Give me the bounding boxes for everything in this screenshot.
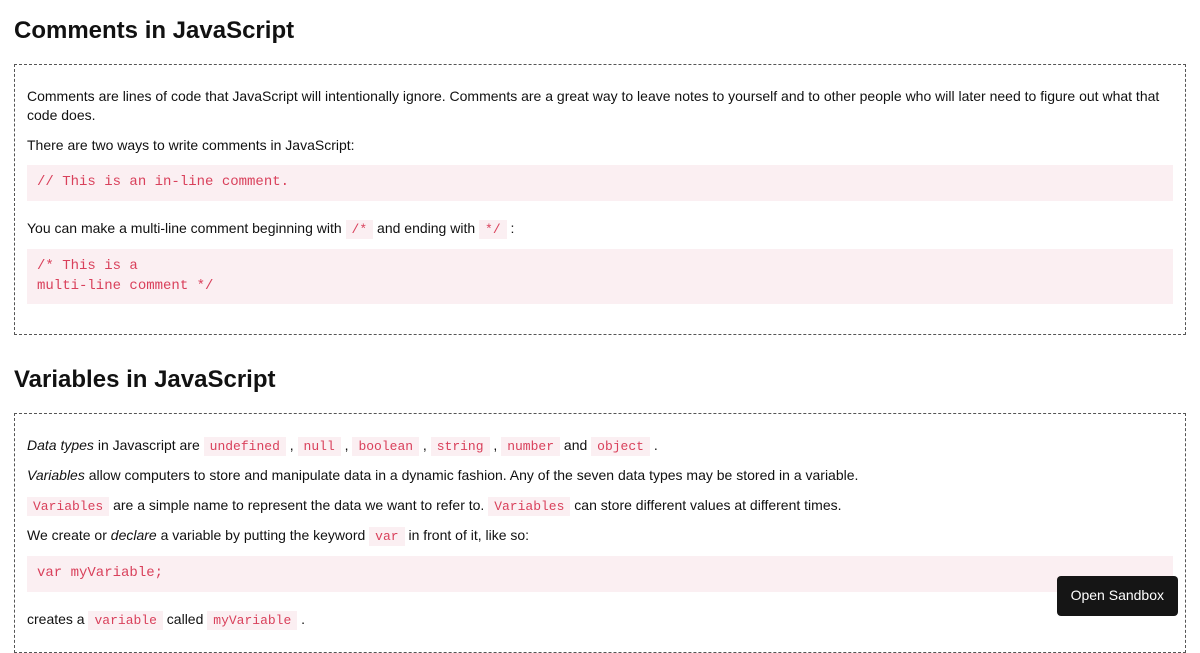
open-sandbox-button[interactable]: Open Sandbox xyxy=(1057,576,1178,616)
text: , xyxy=(341,437,353,453)
emphasis: Data types xyxy=(27,437,94,453)
paragraph: Variables are a simple name to represent… xyxy=(27,496,1173,516)
inline-code: myVariable xyxy=(207,611,297,630)
inline-code: null xyxy=(298,437,341,456)
text: in front of it, like so: xyxy=(405,527,530,543)
inline-code: object xyxy=(591,437,650,456)
inline-code: number xyxy=(501,437,560,456)
paragraph: You can make a multi-line comment beginn… xyxy=(27,219,1173,239)
text: in Javascript are xyxy=(94,437,204,453)
text: , xyxy=(419,437,431,453)
text: . xyxy=(650,437,658,453)
section-heading-variables: Variables in JavaScript xyxy=(14,363,1186,397)
text: creates a xyxy=(27,611,88,627)
inline-code: var xyxy=(369,527,404,546)
inline-code: string xyxy=(431,437,490,456)
text: and ending with xyxy=(373,220,479,236)
section-comments: Comments are lines of code that JavaScri… xyxy=(14,64,1186,336)
text: You can make a multi-line comment beginn… xyxy=(27,220,346,236)
text: , xyxy=(286,437,298,453)
paragraph: creates a variable called myVariable . xyxy=(27,610,1173,630)
paragraph: Variables allow computers to store and m… xyxy=(27,466,1173,486)
section-variables: Data types in Javascript are undefined ,… xyxy=(14,413,1186,653)
text: allow computers to store and manipulate … xyxy=(85,467,859,483)
inline-code: undefined xyxy=(204,437,286,456)
inline-code: /* xyxy=(346,220,374,239)
code-block-inline-comment: // This is an in-line comment. xyxy=(27,165,1173,201)
inline-code: variable xyxy=(88,611,162,630)
paragraph: There are two ways to write comments in … xyxy=(27,136,1173,156)
text: are a simple name to represent the data … xyxy=(109,497,488,513)
section-heading-comments: Comments in JavaScript xyxy=(14,14,1186,48)
code-block-var-declaration: var myVariable; xyxy=(27,556,1173,592)
text: called xyxy=(163,611,207,627)
text: , xyxy=(490,437,502,453)
text: and xyxy=(560,437,591,453)
paragraph: Comments are lines of code that JavaScri… xyxy=(27,87,1173,126)
emphasis: Variables xyxy=(27,467,85,483)
inline-code: Variables xyxy=(488,497,570,516)
inline-code: */ xyxy=(479,220,507,239)
paragraph: Data types in Javascript are undefined ,… xyxy=(27,436,1173,456)
text: can store different values at different … xyxy=(570,497,841,513)
code-block-multiline-comment: /* This is a multi-line comment */ xyxy=(27,249,1173,304)
text: a variable by putting the keyword xyxy=(157,527,369,543)
emphasis: declare xyxy=(111,527,157,543)
inline-code: boolean xyxy=(352,437,419,456)
text: . xyxy=(297,611,305,627)
paragraph: We create or declare a variable by putti… xyxy=(27,526,1173,546)
inline-code: Variables xyxy=(27,497,109,516)
text: We create or xyxy=(27,527,111,543)
text: : xyxy=(507,220,515,236)
